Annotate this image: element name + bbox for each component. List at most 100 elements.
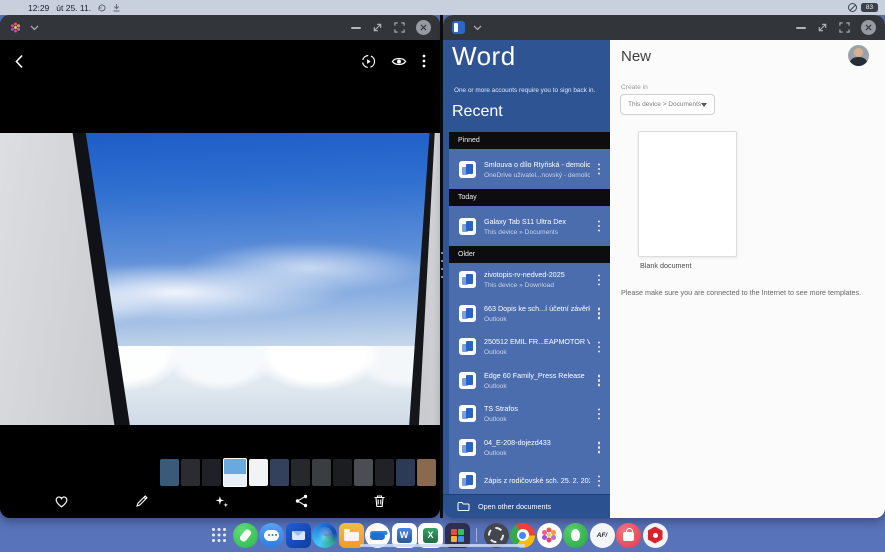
thumbnail[interactable]: [291, 459, 310, 486]
taskbar-divider: [476, 528, 477, 542]
eye-icon[interactable]: [391, 56, 407, 67]
doc-title: TS Strafos: [484, 404, 590, 413]
thumbnail[interactable]: [249, 459, 268, 486]
gallery-app-icon: [9, 21, 22, 34]
doc-title: Edge 60 Family_Press Release: [484, 371, 590, 380]
delete-icon[interactable]: [373, 494, 386, 508]
doc-item-text: Galaxy Tab S11 Ultra DexThis device » Do…: [484, 217, 590, 236]
recent-doc-item[interactable]: TS Strafos Outlook: [449, 397, 610, 431]
open-other-documents-button[interactable]: Open other documents: [443, 494, 610, 518]
minimize-icon[interactable]: [796, 27, 806, 29]
motion-photo-icon[interactable]: [361, 54, 376, 69]
thumbnail[interactable]: [375, 459, 394, 486]
chevron-down-icon[interactable]: [30, 25, 39, 31]
phone-app-icon[interactable]: [233, 523, 258, 548]
word-app-icon: [452, 21, 465, 34]
item-menu-icon[interactable]: [598, 446, 601, 449]
item-menu-icon[interactable]: [598, 225, 601, 228]
clock: 12:29: [28, 3, 49, 13]
section-header-pinned: Pinned: [449, 132, 610, 149]
recent-doc-item[interactable]: Edge 60 Family_Press Release Outlook: [449, 364, 610, 398]
thumbnail[interactable]: [181, 459, 200, 486]
recent-doc-item[interactable]: Zápis z rodičovské sch. 25. 2. 2025: [449, 464, 610, 494]
edge-app-icon[interactable]: [312, 523, 337, 548]
doc-title: Smlouva o dílo Rtyňská - demolice: [484, 160, 590, 169]
thumbnail[interactable]: [333, 459, 352, 486]
doc-location: Outlook: [484, 416, 590, 423]
item-menu-icon[interactable]: [598, 312, 601, 315]
thumbnail[interactable]: [396, 459, 415, 486]
item-menu-icon[interactable]: [598, 413, 601, 416]
auto-rotate-icon: [98, 4, 106, 12]
close-icon[interactable]: [416, 20, 431, 35]
battery-icon: 83: [861, 3, 878, 12]
fullscreen-icon[interactable]: [839, 22, 850, 33]
word-doc-icon: [459, 338, 476, 355]
doc-location: Outlook: [484, 316, 590, 323]
minimize-icon[interactable]: [351, 27, 361, 29]
thumbnail[interactable]: [160, 459, 179, 486]
messages-app-icon[interactable]: [259, 523, 284, 548]
recent-doc-item[interactable]: Galaxy Tab S11 Ultra DexThis device » Do…: [449, 206, 610, 246]
home-navigation-pill[interactable]: [360, 544, 525, 547]
thumbnail[interactable]: [417, 459, 436, 486]
favorite-icon[interactable]: [54, 494, 69, 508]
thumbnail[interactable]: [202, 459, 221, 486]
gallery-app-icon[interactable]: [537, 523, 562, 548]
app-drawer-app-icon[interactable]: [206, 523, 231, 548]
signin-notice[interactable]: One or more accounts require you to sign…: [454, 87, 606, 94]
recent-doc-item[interactable]: 663 Dopis ke sch...í účetní závěrkyOutlo…: [449, 297, 610, 331]
edit-icon[interactable]: [135, 494, 149, 508]
shopping-bag-app-icon[interactable]: [616, 523, 641, 548]
ai-edit-icon[interactable]: [214, 494, 229, 509]
recent-doc-item[interactable]: zivotopis-rv-nedved-2025 This device » Do…: [449, 263, 610, 297]
thumbnail[interactable]: [270, 459, 289, 486]
account-avatar[interactable]: [848, 45, 869, 66]
doc-title: zivotopis-rv-nedved-2025: [484, 270, 590, 279]
doc-location: This device » Download: [484, 282, 590, 289]
recent-heading: Recent: [452, 103, 503, 121]
recent-doc-item[interactable]: 04_E-208-dojezd433Outlook: [449, 431, 610, 465]
af-app-icon[interactable]: AF/: [590, 523, 615, 548]
close-icon[interactable]: [861, 20, 876, 35]
photo-airplane-window[interactable]: [0, 133, 440, 425]
resize-icon[interactable]: [817, 22, 828, 33]
item-menu-icon[interactable]: [598, 480, 601, 483]
doc-location: Outlook: [484, 383, 590, 390]
recent-doc-item[interactable]: 250512 EMIL FR...EAPMOTOR V CROutlook: [449, 330, 610, 364]
thumbnail-strip[interactable]: [160, 458, 438, 487]
word-doc-icon: [459, 305, 476, 322]
resize-icon[interactable]: [372, 22, 383, 33]
item-menu-icon[interactable]: [598, 346, 601, 349]
item-menu-icon[interactable]: [598, 168, 601, 171]
more-menu-icon[interactable]: [422, 54, 426, 68]
section-header-older: Older: [449, 246, 610, 263]
save-location-value: This device > Documents: [628, 101, 701, 108]
section-header-today: Today: [449, 189, 610, 206]
chevron-down-icon[interactable]: [473, 25, 482, 31]
thumbnail[interactable]: [354, 459, 373, 486]
doc-item-text: 250512 EMIL FR...EAPMOTOR V CROutlook: [484, 337, 590, 356]
gallery-toolbar: [0, 40, 440, 82]
thumbnail[interactable]: [312, 459, 331, 486]
download-icon: [113, 4, 120, 12]
share-icon[interactable]: [295, 494, 308, 508]
blank-document-template[interactable]: [638, 131, 737, 257]
fullscreen-icon[interactable]: [394, 22, 405, 33]
red-hexagon-app-icon[interactable]: [643, 523, 668, 548]
back-icon[interactable]: [14, 54, 24, 69]
blank-document-label: Blank document: [640, 261, 692, 270]
green-mascot-app-icon[interactable]: [563, 523, 588, 548]
open-other-label: Open other documents: [478, 502, 551, 511]
outlook-app-icon[interactable]: [286, 523, 311, 548]
save-location-dropdown[interactable]: This device > Documents: [620, 94, 715, 115]
gallery-title-bar[interactable]: [0, 15, 440, 40]
doc-item-text: Edge 60 Family_Press Release Outlook: [484, 371, 590, 390]
item-menu-icon[interactable]: [598, 279, 601, 282]
thumbnail-selected[interactable]: [223, 458, 247, 487]
af-app-label: AF/: [590, 523, 615, 548]
word-title-bar[interactable]: [443, 15, 885, 40]
item-menu-icon[interactable]: [598, 379, 601, 382]
do-not-disturb-icon: [848, 3, 857, 12]
recent-doc-item[interactable]: Smlouva o dílo Rtyňská - demoliceOneDriv…: [449, 149, 610, 189]
